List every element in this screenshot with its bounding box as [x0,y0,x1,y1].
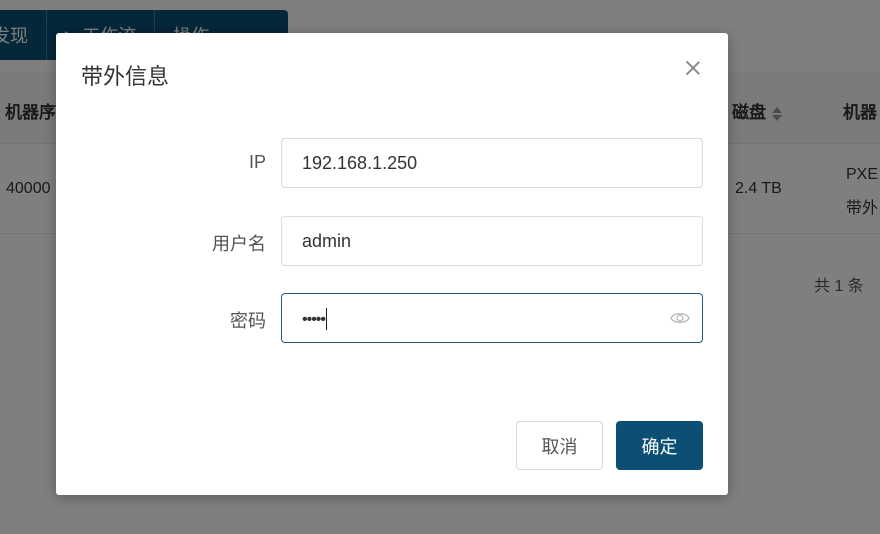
cancel-button[interactable]: 取消 [516,421,603,470]
oob-info-dialog: 带外信息 IP 192.168.1.250 用户名 admin 密码 •••••… [56,33,728,495]
ip-field[interactable]: 192.168.1.250 [281,138,703,188]
eye-icon[interactable] [670,309,690,327]
username-label: 用户名 [212,234,266,254]
ip-label: IP [248,152,266,172]
ok-button[interactable]: 确定 [616,421,703,470]
username-field[interactable]: admin [281,216,703,266]
ok-label: 确定 [641,436,678,457]
dialog-title: 带外信息 [81,64,170,89]
password-field[interactable]: ••••• [281,293,703,343]
text-cursor [326,308,328,331]
password-label: 密码 [230,311,266,331]
cancel-label: 取消 [541,436,578,457]
password-value: ••••• [302,311,326,328]
ip-value: 192.168.1.250 [302,153,418,173]
close-icon[interactable] [684,59,702,77]
username-value: admin [302,231,352,251]
